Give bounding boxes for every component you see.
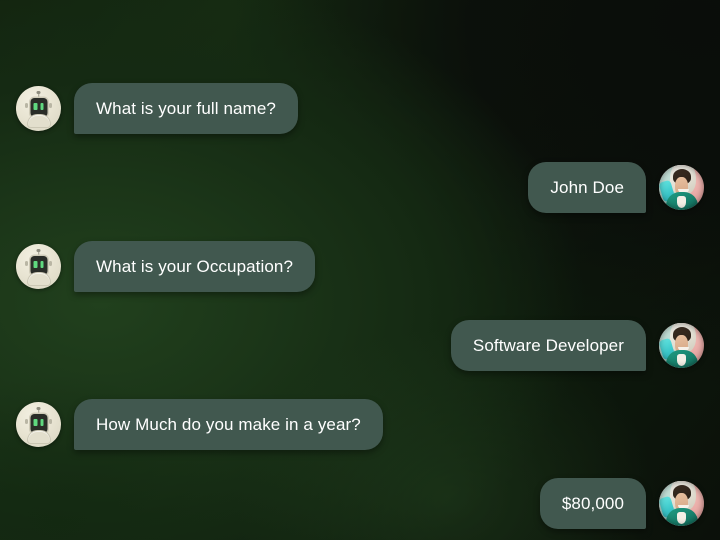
message-row-bot: How Much do you make in a year? xyxy=(16,399,383,450)
robot-eye-left-icon xyxy=(33,419,37,426)
message-bubble-user[interactable]: Software Developer xyxy=(450,320,646,371)
robot-body-icon xyxy=(27,273,50,285)
avatar-vignette xyxy=(659,165,704,210)
robot-avatar-icon[interactable] xyxy=(16,86,61,131)
robot-eye-left-icon xyxy=(33,261,37,268)
robot-ear-left-icon xyxy=(25,261,28,266)
robot-ear-left-icon xyxy=(25,103,28,108)
user-photo-avatar[interactable] xyxy=(659,165,704,210)
robot-avatar-icon[interactable] xyxy=(16,244,61,289)
message-list[interactable]: What is your full name? John Doe What is y… xyxy=(0,0,720,540)
message-bubble-user[interactable]: $80,000 xyxy=(539,478,646,529)
robot-eye-right-icon xyxy=(40,103,44,110)
message-bubble-bot[interactable]: What is your Occupation? xyxy=(74,241,316,292)
message-bubble-bot[interactable]: How Much do you make in a year? xyxy=(74,399,383,450)
robot-ear-right-icon xyxy=(49,419,52,424)
robot-ear-left-icon xyxy=(25,419,28,424)
robot-eye-right-icon xyxy=(40,419,44,426)
robot-ear-right-icon xyxy=(49,261,52,266)
user-photo-avatar[interactable] xyxy=(659,323,704,368)
robot-eye-left-icon xyxy=(33,103,37,110)
robot-body-icon xyxy=(27,431,50,443)
message-bubble-bot[interactable]: What is your full name? xyxy=(74,83,298,134)
robot-avatar-icon[interactable] xyxy=(16,402,61,447)
message-row-bot: What is your full name? xyxy=(16,83,298,134)
robot-ear-right-icon xyxy=(49,103,52,108)
message-row-bot: What is your Occupation? xyxy=(16,241,316,292)
robot-eye-right-icon xyxy=(40,261,44,268)
message-row-user: $80,000 xyxy=(539,478,704,529)
chat-window: What is your full name? John Doe What is y… xyxy=(0,0,720,540)
message-row-user: Software Developer xyxy=(450,320,704,371)
avatar-vignette xyxy=(659,481,704,526)
robot-body-icon xyxy=(27,115,50,127)
avatar-vignette xyxy=(659,323,704,368)
message-bubble-user[interactable]: John Doe xyxy=(528,162,646,213)
user-photo-avatar[interactable] xyxy=(659,481,704,526)
message-row-user: John Doe xyxy=(528,162,704,213)
